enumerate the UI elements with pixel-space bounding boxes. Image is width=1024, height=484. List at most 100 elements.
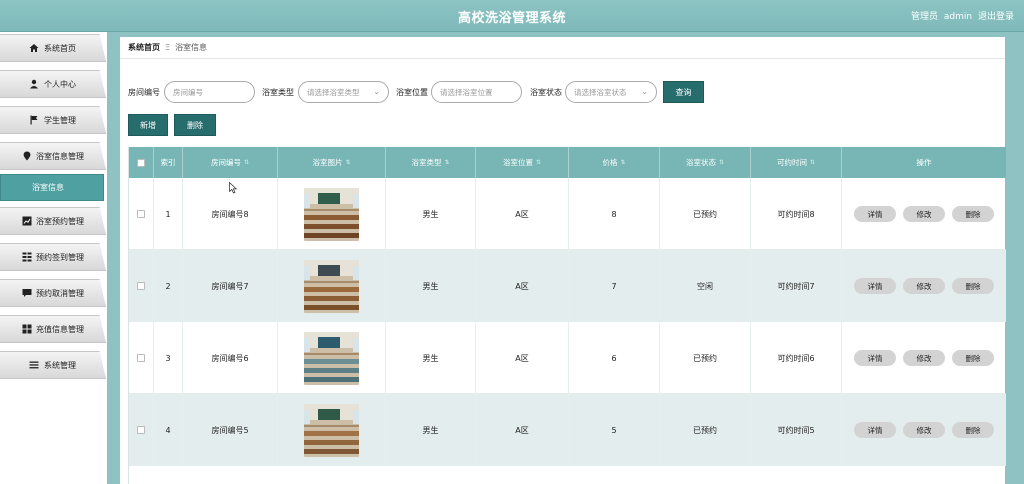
sort-icon[interactable]: ⇅: [444, 159, 449, 166]
room-number: 房间编号6: [183, 322, 278, 394]
sidebar-item-reservations[interactable]: 浴室预约管理: [0, 207, 106, 235]
row-checkbox[interactable]: [137, 210, 145, 218]
search-button[interactable]: 查询: [663, 81, 704, 103]
flag-icon: [29, 115, 39, 125]
row-checkbox[interactable]: [137, 354, 145, 362]
bathroom-type: 男生: [386, 250, 476, 322]
sort-icon[interactable]: ⇅: [719, 159, 724, 166]
detail-button[interactable]: 详情: [854, 206, 896, 222]
sidebar-item-label: 浴室预约管理: [36, 216, 84, 226]
status-label: 浴室状态: [530, 88, 562, 97]
row-delete-button[interactable]: 删除: [952, 206, 994, 222]
filter-bar: 房间编号 房间编号 浴室类型 请选择浴室类型 ⌄ 浴室位置 请选择浴室位置 浴室…: [128, 81, 998, 103]
column-header[interactable]: 浴室状态 ⇅: [660, 147, 751, 178]
app-title: 高校洗浴管理系统: [457, 11, 566, 26]
scrollbar-track[interactable]: [1005, 32, 1024, 484]
sidebar-item-label: 系统管理: [44, 360, 76, 370]
column-header[interactable]: 浴室类型 ⇅: [386, 147, 476, 178]
sidebar-item-label: 预约取消管理: [36, 288, 84, 298]
sort-icon[interactable]: ⇅: [536, 159, 541, 166]
detail-button[interactable]: 详情: [854, 350, 896, 366]
status: 空闲: [660, 250, 751, 322]
row-delete-button[interactable]: 删除: [952, 278, 994, 294]
mouse-cursor-icon: [229, 182, 237, 194]
bathroom-type: 男生: [386, 394, 476, 466]
sort-icon[interactable]: ⇅: [810, 159, 815, 166]
table-row[interactable]: 4 房间编号5 男生 A区 5 已预约 可约时间5 详情 修改 删除: [129, 394, 1006, 466]
row-index: 4: [154, 394, 183, 466]
select-all-checkbox[interactable]: [137, 158, 145, 167]
bathroom-image[interactable]: [304, 187, 359, 241]
sort-icon[interactable]: ⇅: [620, 159, 625, 166]
sidebar-item-profile[interactable]: 个人中心: [0, 70, 106, 98]
price: 7: [569, 250, 660, 322]
column-header: 操作: [916, 158, 932, 167]
sidebar-item-home[interactable]: 系统首页: [0, 34, 106, 62]
bathroom-image[interactable]: [304, 331, 359, 385]
type-select[interactable]: 请选择浴室类型 ⌄: [298, 81, 389, 103]
available-time: 可约时间8: [751, 178, 842, 250]
breadcrumb-current: 浴室信息: [175, 43, 208, 52]
username: admin: [943, 12, 973, 22]
price: 5: [569, 394, 660, 466]
detail-button[interactable]: 详情: [854, 422, 896, 438]
column-header[interactable]: 可约时间 ⇅: [751, 147, 842, 178]
edit-button[interactable]: 修改: [903, 350, 945, 366]
column-header[interactable]: 价格 ⇅: [569, 147, 660, 178]
status-select-placeholder: 请选择浴室状态: [574, 87, 627, 97]
menu-icon: [29, 360, 39, 370]
sidebar-item-recharge[interactable]: 充值信息管理: [0, 315, 106, 343]
status-select[interactable]: 请选择浴室状态 ⌄: [565, 81, 657, 103]
row-checkbox[interactable]: [137, 426, 145, 434]
row-index: 2: [154, 250, 183, 322]
sidebar-item-checkin[interactable]: 预约签到管理: [0, 243, 106, 271]
edit-button[interactable]: 修改: [903, 206, 945, 222]
column-header[interactable]: 浴室位置 ⇅: [476, 147, 569, 178]
detail-button[interactable]: 详情: [854, 278, 896, 294]
logout-link[interactable]: 退出登录: [978, 12, 1014, 22]
status: 已预约: [660, 178, 751, 250]
table-row[interactable]: 1 房间编号8 男生 A区 8 已预约 可约时间8 详情 修改 删除: [129, 178, 1006, 250]
row-checkbox[interactable]: [137, 282, 145, 290]
user-role: 管理员: [911, 12, 939, 22]
table-row-partial: [129, 466, 1006, 484]
sidebar-item-label: 学生管理: [44, 115, 76, 125]
type-label: 浴室类型: [262, 88, 294, 97]
row-index: 1: [154, 178, 183, 250]
status: 已预约: [660, 394, 751, 466]
bathroom-image[interactable]: [304, 259, 359, 313]
table-row[interactable]: 3 房间编号6 男生 A区 6 已预约 可约时间6 详情 修改 删除: [129, 322, 1006, 394]
edit-button[interactable]: 修改: [903, 278, 945, 294]
row-delete-button[interactable]: 删除: [952, 422, 994, 438]
sidebar-item-students[interactable]: 学生管理: [0, 106, 106, 134]
bathroom-location: A区: [476, 178, 569, 250]
user-area: 管理员 admin 退出登录: [908, 9, 1014, 22]
bathroom-location: A区: [476, 250, 569, 322]
home-icon: [29, 43, 39, 53]
add-button[interactable]: 新增: [128, 114, 168, 136]
edit-button[interactable]: 修改: [903, 422, 945, 438]
bathroom-image[interactable]: [304, 403, 359, 457]
sort-icon[interactable]: ⇅: [345, 159, 350, 166]
select-all-cell: [129, 147, 154, 178]
sidebar-item-label: 预约签到管理: [36, 252, 84, 262]
sidebar-item-label: 浴室信息管理: [36, 151, 84, 161]
room-no-input[interactable]: 房间编号: [164, 81, 255, 103]
breadcrumb-home[interactable]: 系统首页: [128, 42, 160, 53]
sidebar-item-label: 个人中心: [44, 79, 76, 89]
sidebar-item-bathroom-info[interactable]: 浴室信息管理: [0, 142, 106, 170]
column-header[interactable]: 浴室图片 ⇅: [278, 147, 386, 178]
sidebar-item-cancellations[interactable]: 预约取消管理: [0, 279, 106, 307]
sidebar-subitem-bathroom[interactable]: 浴室信息: [0, 174, 104, 201]
bathroom-location: A区: [476, 322, 569, 394]
location-select[interactable]: 请选择浴室位置: [431, 81, 522, 103]
column-header[interactable]: 房间编号 ⇅: [183, 147, 278, 178]
sidebar-item-system[interactable]: 系统管理: [0, 351, 106, 379]
table-row[interactable]: 2 房间编号7 男生 A区 7 空闲 可约时间7 详情 修改 删除: [129, 250, 1006, 322]
sidebar-item-label: 充值信息管理: [36, 324, 84, 334]
row-delete-button[interactable]: 删除: [952, 350, 994, 366]
sort-icon[interactable]: ⇅: [244, 159, 249, 166]
apps-icon: [22, 324, 32, 334]
breadcrumb-separator: Ξ: [165, 43, 171, 52]
delete-button[interactable]: 删除: [174, 114, 216, 136]
